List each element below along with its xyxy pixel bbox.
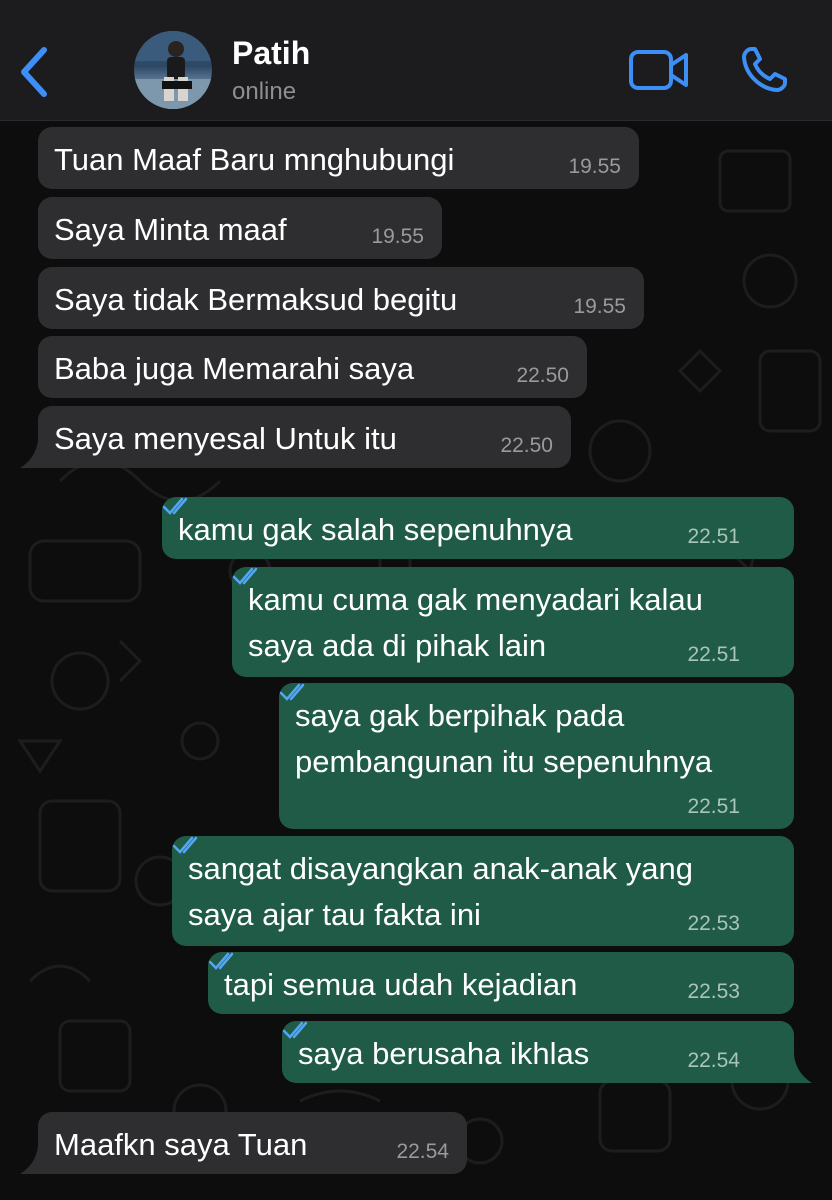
read-tick-icon: [162, 497, 188, 515]
message-text: tapi semua udah kejadian: [224, 967, 578, 1002]
contact-status: online: [232, 78, 297, 105]
video-camera-icon: [629, 50, 688, 90]
contact-name[interactable]: Patih: [232, 35, 310, 72]
message-text-line: saya ajar tau fakta ini: [188, 897, 481, 932]
message-time: 22.51: [687, 525, 740, 548]
message-time: 22.54: [687, 1049, 740, 1072]
message-bubble-incoming[interactable]: Baba juga Memarahi saya 22.50: [38, 336, 587, 398]
message-text-line: saya gak berpihak pada: [295, 698, 625, 733]
message-time: 22.50: [500, 434, 553, 457]
voice-call-button[interactable]: [740, 44, 790, 94]
chat-wallpaper[interactable]: Tuan Maaf Baru mnghubungi 19.55 Saya Min…: [0, 121, 832, 1200]
avatar-photo: [134, 31, 212, 109]
phone-icon: [742, 47, 787, 92]
back-button[interactable]: [14, 42, 54, 102]
chevron-left-icon: [21, 47, 47, 97]
message-text-line: sangat disayangkan anak-anak yang: [188, 851, 693, 886]
message-text-line: saya ada di pihak lain: [248, 628, 547, 663]
message-time: 22.54: [396, 1140, 449, 1163]
message-text: Saya menyesal Untuk itu: [54, 421, 397, 456]
message-text-line: kamu cuma gak menyadari kalau: [248, 582, 703, 617]
message-time: 19.55: [568, 155, 621, 178]
video-call-button[interactable]: [628, 48, 690, 92]
read-tick-icon: [282, 1021, 308, 1039]
message-bubble-outgoing[interactable]: kamu cuma gak menyadari kalau saya ada d…: [232, 567, 794, 677]
read-tick-icon: [208, 952, 234, 970]
read-tick-icon: [279, 683, 305, 701]
message-text: saya berusaha ikhlas: [298, 1036, 590, 1071]
message-text: Saya tidak Bermaksud begitu: [54, 282, 458, 317]
message-bubble-incoming[interactable]: Tuan Maaf Baru mnghubungi 19.55: [38, 127, 639, 189]
message-text-line: pembangunan itu sepenuhnya: [295, 744, 713, 779]
message-bubble-incoming[interactable]: Saya tidak Bermaksud begitu 19.55: [38, 267, 644, 329]
message-bubble-incoming[interactable]: Maafkn saya Tuan 22.54: [38, 1112, 467, 1174]
message-time: 19.55: [371, 225, 424, 248]
bubble-tail: [20, 1146, 50, 1174]
message-time: 22.53: [687, 912, 740, 935]
message-text: Tuan Maaf Baru mnghubungi: [54, 142, 455, 177]
message-time: 22.50: [516, 364, 569, 387]
message-bubble-outgoing[interactable]: saya gak berpihak pada pembangunan itu s…: [279, 683, 794, 829]
message-bubble-outgoing[interactable]: tapi semua udah kejadian 22.53: [208, 952, 794, 1014]
message-time: 22.51: [687, 643, 740, 666]
message-text: Baba juga Memarahi saya: [54, 351, 415, 386]
message-text: kamu gak salah sepenuhnya: [178, 512, 573, 547]
message-time: 19.55: [573, 295, 626, 318]
chat-header: Patih online: [0, 0, 832, 121]
message-bubble-outgoing[interactable]: kamu gak salah sepenuhnya 22.51: [162, 497, 794, 559]
message-bubble-incoming[interactable]: Saya menyesal Untuk itu 22.50: [38, 406, 571, 468]
message-bubble-outgoing[interactable]: sangat disayangkan anak-anak yang saya a…: [172, 836, 794, 946]
message-text: Maafkn saya Tuan: [54, 1127, 308, 1162]
message-bubble-outgoing[interactable]: saya berusaha ikhlas 22.54: [282, 1021, 794, 1083]
message-time: 22.51: [687, 795, 740, 818]
message-time: 22.53: [687, 980, 740, 1003]
avatar[interactable]: [134, 31, 212, 109]
message-bubble-incoming[interactable]: Saya Minta maaf 19.55: [38, 197, 442, 259]
read-tick-icon: [232, 567, 258, 585]
bubble-tail: [782, 1055, 812, 1083]
bubble-tail: [20, 440, 50, 468]
read-tick-icon: [172, 836, 198, 854]
message-text: Saya Minta maaf: [54, 212, 287, 247]
